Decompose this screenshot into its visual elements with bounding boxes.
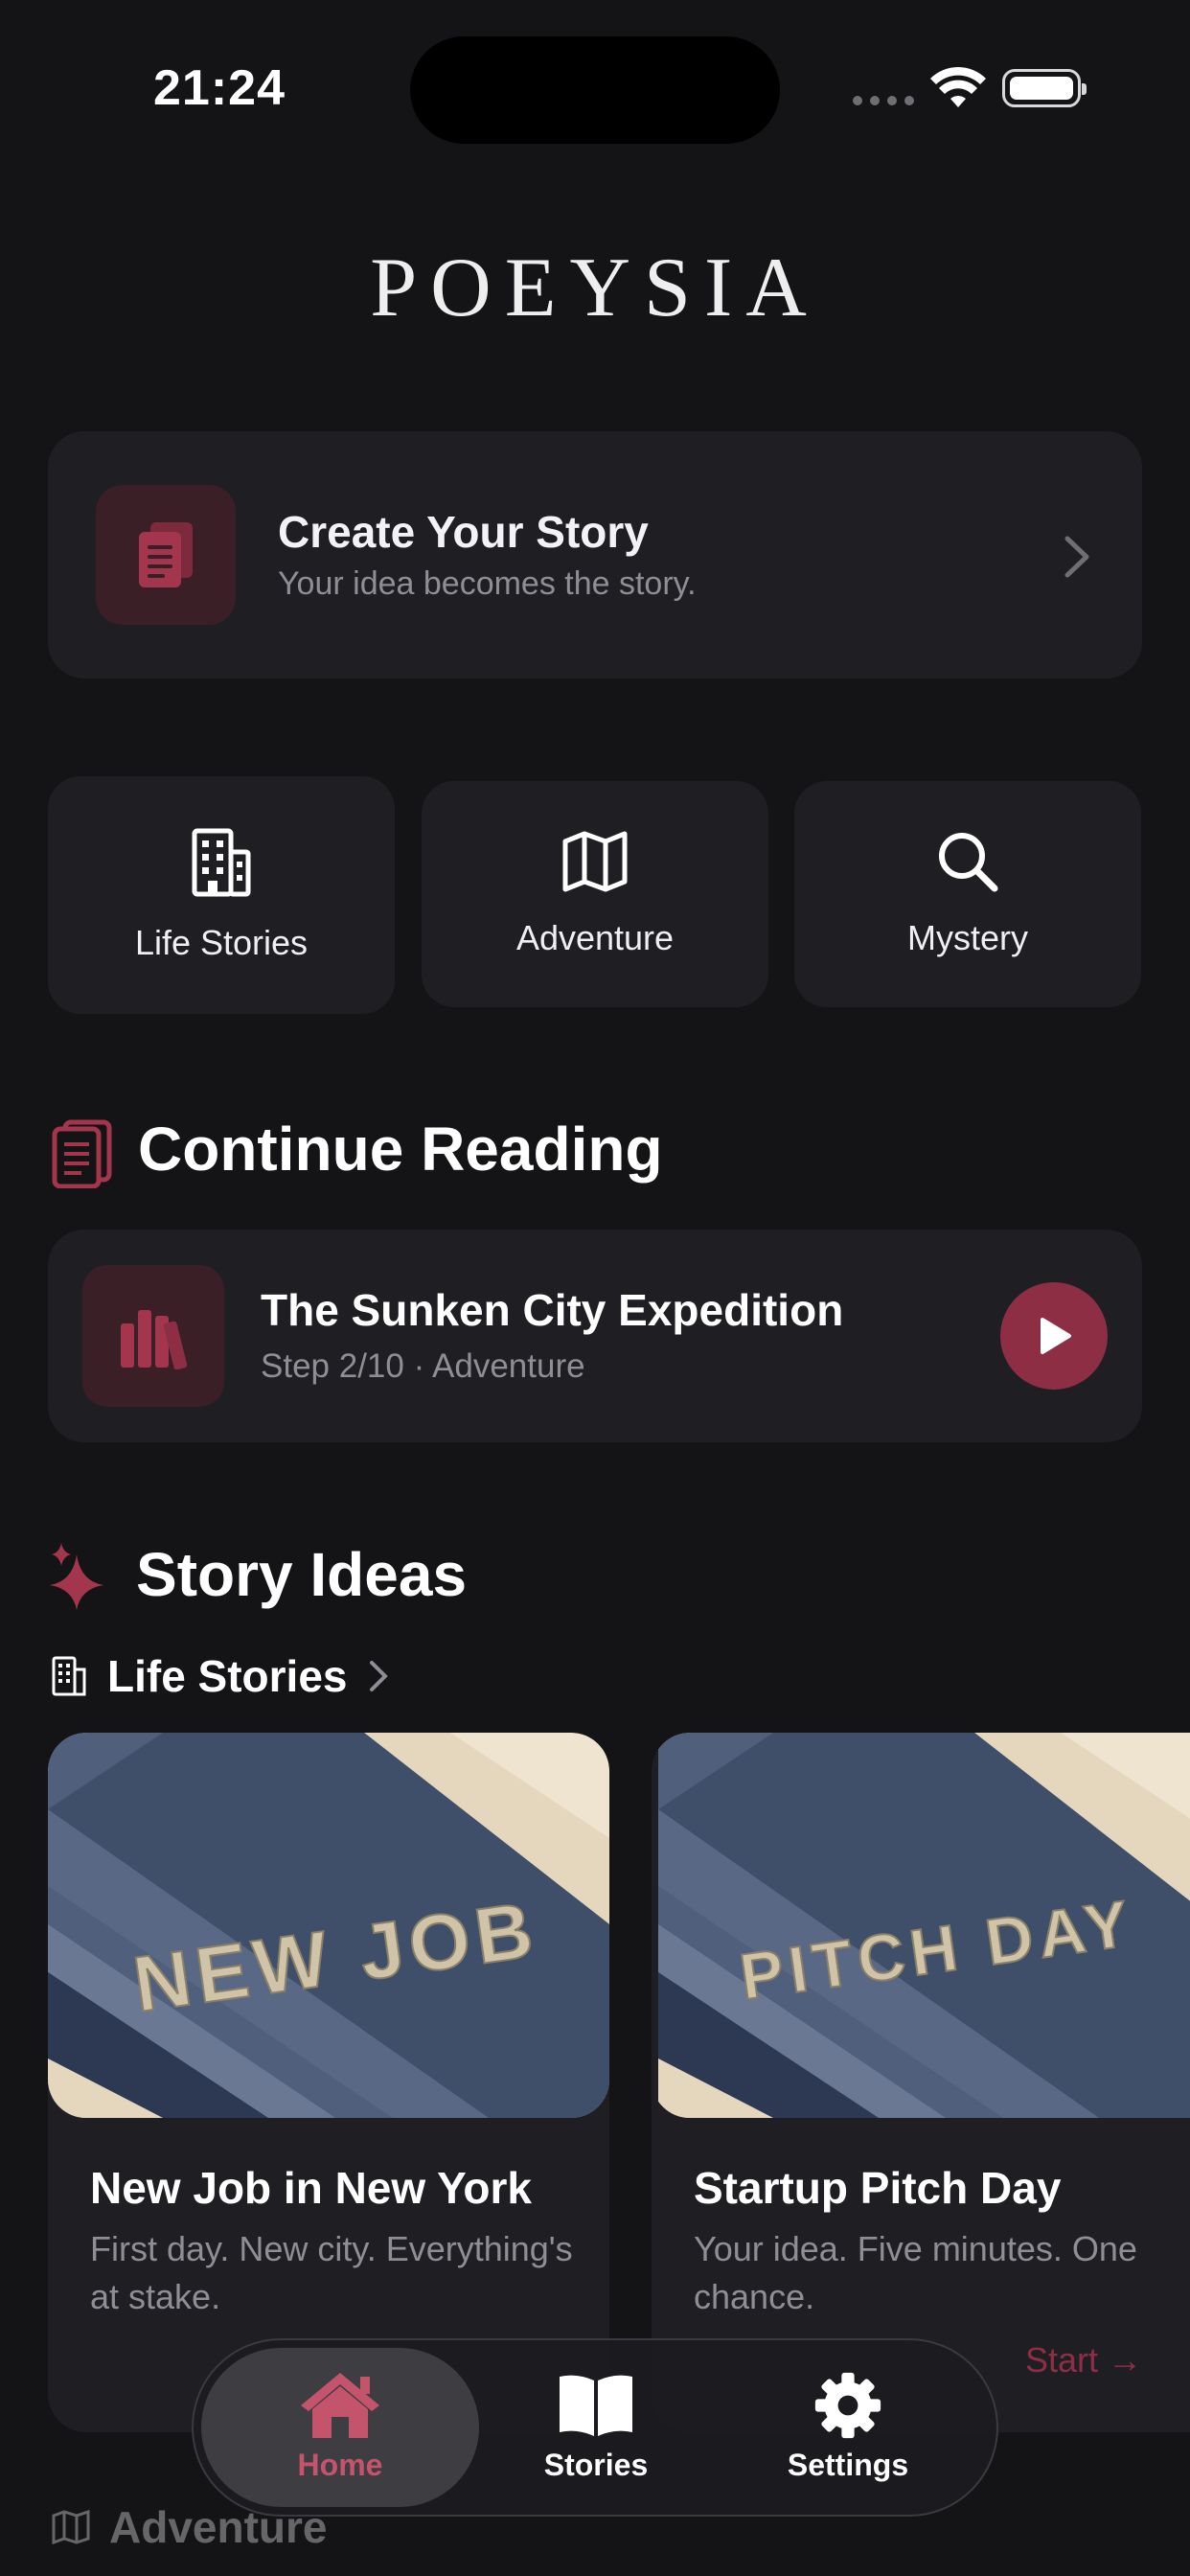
tab-label: Stories — [543, 2448, 649, 2482]
group-header-life-stories[interactable]: Life Stories — [107, 1650, 388, 1702]
category-label: Mystery — [907, 918, 1028, 957]
chevron-right-icon — [369, 1661, 388, 1691]
create-story-subtitle: Your idea becomes the story. — [278, 565, 697, 602]
document-icon — [96, 485, 236, 625]
group-label: Life Stories — [107, 1651, 348, 1701]
play-icon — [1041, 1318, 1071, 1354]
story-idea-title: New Job in New York — [90, 2163, 532, 2213]
chevron-right-icon — [1064, 536, 1089, 578]
tab-stories[interactable]: Stories — [471, 2371, 721, 2483]
tab-label: Settings — [787, 2448, 909, 2482]
wifi-icon — [930, 66, 986, 107]
story-idea-title: Startup Pitch Day — [694, 2163, 1062, 2213]
sparkles-icon — [50, 1543, 103, 1610]
tab-settings[interactable]: Settings — [723, 2371, 973, 2483]
category-label: Life Stories — [134, 923, 309, 962]
cellular-signal-icon — [853, 96, 914, 105]
building-icon — [192, 828, 251, 897]
create-story-title: Create Your Story — [278, 507, 649, 557]
dynamic-island — [410, 36, 780, 144]
tab-home[interactable]: Home — [216, 2371, 465, 2483]
building-icon — [52, 1656, 86, 1696]
tab-label: Home — [297, 2448, 383, 2482]
story-idea-description: Your idea. Five minutes. One chance. — [694, 2229, 1137, 2316]
battery-icon — [1002, 69, 1087, 107]
section-title-continue-reading: Continue Reading — [138, 1115, 663, 1184]
section-title-story-ideas: Story Ideas — [136, 1540, 468, 1609]
story-cover-image: PITCH DAY — [658, 1733, 1190, 2118]
map-icon — [52, 2510, 90, 2544]
story-idea-card-pitch-day[interactable]: PITCH DAY Startup Pitch Day Your idea. F… — [652, 1733, 1190, 2432]
books-icon — [82, 1265, 224, 1407]
story-cover-image: NEW JOB — [48, 1733, 609, 2118]
category-mystery[interactable]: Mystery — [794, 781, 1141, 1007]
search-icon — [939, 833, 998, 892]
category-label: Adventure — [515, 918, 675, 957]
continue-story-meta: Step 2/10 · Adventure — [261, 1347, 585, 1385]
status-time: 21:24 — [153, 60, 286, 116]
story-idea-card-new-job[interactable]: NEW JOB New Job in New York First day. N… — [48, 1733, 609, 2432]
play-button[interactable] — [1000, 1282, 1108, 1390]
category-adventure[interactable]: Adventure — [422, 781, 768, 1007]
story-idea-description: First day. New city. Everything's at sta… — [90, 2229, 573, 2316]
app-logo: POEYSIA — [370, 242, 820, 334]
book-open-icon — [560, 2375, 632, 2436]
map-icon — [562, 831, 628, 892]
gear-icon — [814, 2372, 881, 2439]
category-life-stories[interactable]: Life Stories — [48, 776, 395, 1014]
continue-story-title: The Sunken City Expedition — [261, 1285, 844, 1335]
document-icon — [52, 1119, 112, 1188]
home-icon — [301, 2373, 379, 2438]
start-link[interactable]: Start → — [1025, 2340, 1142, 2380]
